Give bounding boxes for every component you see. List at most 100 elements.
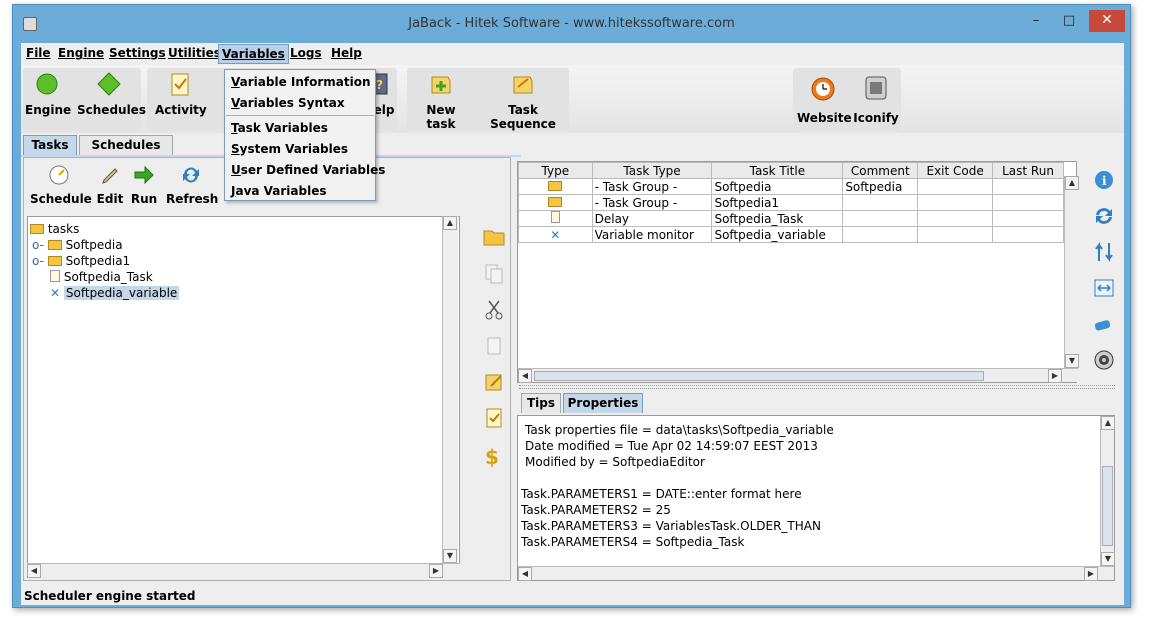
menu-variables[interactable]: Variables — [218, 44, 289, 64]
folder-icon — [47, 240, 62, 250]
new-task-icon — [428, 71, 454, 97]
table-header: Type Task Type Task Title Comment Exit C… — [518, 162, 1064, 179]
edit-note-icon[interactable] — [483, 371, 505, 396]
folder-icon — [548, 180, 563, 191]
paste-icon[interactable] — [483, 335, 505, 360]
menu-help[interactable]: Help — [331, 46, 362, 60]
engine-button[interactable]: Engine — [25, 71, 71, 127]
run-button[interactable]: Run — [130, 164, 158, 220]
minimize-button[interactable]: – — [1021, 11, 1051, 33]
sort-icon[interactable] — [1093, 241, 1115, 266]
schedules-button[interactable]: Schedules — [77, 71, 146, 127]
menu-item-java-variables[interactable]: Java Variables — [231, 181, 327, 201]
task-tree[interactable]: tasks o- Softpedia o- Softpedia1 Softped… — [27, 216, 460, 577]
table-row[interactable]: - Task Group - Softpedia Softpedia — [518, 178, 1064, 195]
menu-engine[interactable]: Engine — [58, 46, 104, 60]
scroll-thumb[interactable] — [1102, 466, 1113, 546]
dollar-icon[interactable]: $ — [485, 445, 499, 469]
menu-file[interactable]: File — [26, 46, 51, 60]
info-icon[interactable]: i — [1093, 169, 1115, 194]
menu-item-task-variables[interactable]: Task Variables — [231, 118, 328, 138]
scissors-icon[interactable] — [483, 299, 505, 324]
column-header[interactable]: Exit Code — [917, 162, 994, 179]
scroll-up-icon[interactable]: ▲ — [1101, 416, 1115, 430]
scroll-left-icon[interactable]: ◀ — [518, 369, 532, 383]
tree-vscroll[interactable]: ▲ ▼ — [442, 216, 458, 563]
variable-icon: ✕ — [50, 286, 61, 300]
schedule-button[interactable]: Schedule — [30, 164, 92, 220]
tree-item-selected[interactable]: ✕ Softpedia_variable — [50, 285, 180, 301]
target-icon[interactable] — [1093, 349, 1115, 374]
refresh-button[interactable]: Refresh — [166, 164, 218, 220]
scroll-left-icon[interactable]: ◀ — [518, 567, 532, 581]
property-line: Task.PARAMETERS3 = VariablesTask.OLDER_T… — [521, 519, 821, 533]
detail-tabs: Tips Properties — [517, 393, 817, 415]
scroll-right-icon[interactable]: ▶ — [1084, 567, 1098, 581]
title-bar: JaBack - Hitek Software - www.hitekssoft… — [13, 5, 1130, 43]
menu-settings[interactable]: Settings — [109, 46, 166, 60]
tab-tasks[interactable]: Tasks — [23, 135, 77, 155]
menu-logs[interactable]: Logs — [290, 46, 322, 60]
task-sequence-button[interactable]: Task Sequence — [477, 71, 569, 131]
website-button[interactable]: Website — [797, 73, 852, 129]
property-line: Task.PARAMETERS2 = 25 — [521, 503, 671, 517]
properties-hscroll[interactable]: ◀ ▶ — [518, 566, 1114, 581]
tree-root[interactable]: tasks — [30, 221, 79, 237]
properties-panel[interactable]: Task properties file = data\tasks\Softpe… — [517, 415, 1115, 581]
menu-item-user-defined-variables[interactable]: User Defined Variables — [231, 160, 385, 180]
tab-schedules[interactable]: Schedules — [79, 135, 173, 155]
close-button[interactable]: ✕ — [1089, 10, 1125, 32]
property-line: Task properties file = data\tasks\Softpe… — [525, 423, 834, 437]
menu-utilities[interactable]: Utilities — [168, 46, 221, 60]
tree-item[interactable]: o- Softpedia — [32, 237, 123, 253]
activity-button[interactable]: Activity — [155, 71, 207, 127]
side-tools: $ — [473, 219, 513, 581]
edit-button[interactable]: Edit — [96, 164, 124, 220]
scroll-up-icon[interactable]: ▲ — [443, 216, 457, 230]
column-header[interactable]: Type — [518, 162, 593, 179]
menu-item-variable-information[interactable]: Variable Information — [231, 72, 371, 92]
splitter[interactable] — [519, 385, 1115, 389]
refresh-icon[interactable] — [1093, 205, 1115, 230]
table-vscroll[interactable]: ▲ ▼ — [1064, 176, 1079, 368]
clock-icon — [810, 73, 836, 103]
column-header[interactable]: Comment — [842, 162, 919, 179]
table-row[interactable]: ✕ Variable monitor Softpedia_variable — [518, 226, 1064, 243]
tree-item[interactable]: Softpedia_Task — [50, 269, 153, 285]
menu-bar: File Engine Settings Utilities Variables… — [21, 43, 1124, 65]
table-row[interactable]: - Task Group - Softpedia1 — [518, 194, 1064, 211]
usb-icon[interactable] — [1093, 313, 1115, 338]
open-folder-icon[interactable] — [483, 227, 505, 250]
iconify-button[interactable]: Iconify — [853, 73, 899, 129]
properties-vscroll[interactable]: ▲ ▼ — [1100, 416, 1115, 566]
checklist-icon[interactable] — [483, 407, 505, 432]
refresh-icon — [180, 164, 202, 186]
scroll-right-icon[interactable]: ▶ — [429, 564, 443, 578]
menu-item-system-variables[interactable]: System Variables — [231, 139, 348, 159]
table-row[interactable]: Delay Softpedia_Task — [518, 210, 1064, 227]
column-header[interactable]: Last Run — [992, 162, 1064, 179]
scroll-down-icon[interactable]: ▼ — [1065, 354, 1079, 368]
scroll-right-icon[interactable]: ▶ — [1048, 369, 1062, 383]
arrow-right-icon — [133, 164, 155, 186]
column-header[interactable]: Task Title — [711, 162, 844, 179]
status-bar: Scheduler engine started — [24, 589, 196, 603]
tree-hscroll[interactable]: ◀ ▶ — [27, 563, 460, 578]
scroll-down-icon[interactable]: ▼ — [1101, 552, 1115, 566]
table-hscroll[interactable]: ◀ ▶ — [518, 368, 1078, 383]
column-header[interactable]: Task Type — [591, 162, 713, 179]
new-task-button[interactable]: New task — [411, 71, 471, 131]
menu-separator — [226, 115, 374, 116]
scroll-down-icon[interactable]: ▼ — [443, 549, 457, 563]
scroll-thumb[interactable] — [534, 371, 984, 381]
copy-icon[interactable] — [483, 263, 505, 288]
document-icon — [550, 211, 560, 223]
maximize-button[interactable]: □ — [1054, 11, 1084, 33]
tab-tips[interactable]: Tips — [521, 393, 561, 413]
scroll-up-icon[interactable]: ▲ — [1065, 176, 1079, 190]
tab-properties[interactable]: Properties — [563, 393, 643, 413]
tree-item[interactable]: o- Softpedia1 — [32, 253, 130, 269]
resize-icon[interactable] — [1093, 277, 1115, 302]
scroll-left-icon[interactable]: ◀ — [27, 564, 41, 578]
menu-item-variables-syntax[interactable]: Variables Syntax — [231, 93, 345, 113]
